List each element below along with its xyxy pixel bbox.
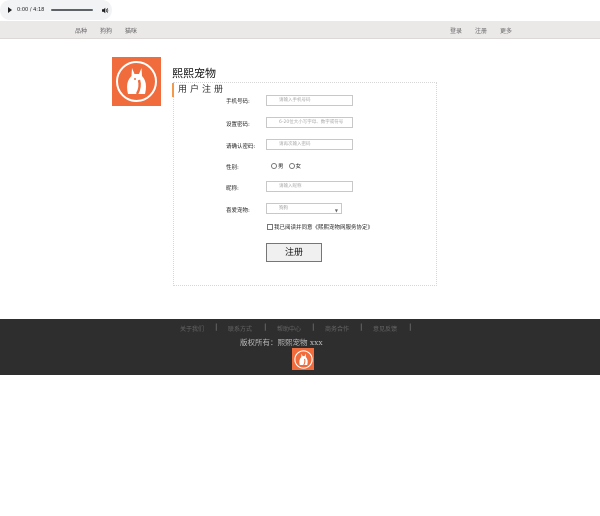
nav-item-breeds[interactable]: 品种: [75, 26, 87, 35]
footer-link-feedback[interactable]: 意见反馈: [373, 324, 397, 333]
nav-item-more[interactable]: 更多: [500, 26, 512, 35]
phone-label: 手机号码:: [226, 99, 250, 105]
audio-player[interactable]: 0:00 / 4:18: [0, 0, 112, 20]
footer-logo-icon[interactable]: [292, 348, 314, 370]
nav-item-login[interactable]: 登录: [450, 26, 462, 35]
footer-separator: |: [312, 323, 315, 331]
footer-separator: |: [215, 323, 218, 331]
password-input[interactable]: 6-20位大小写字母、数字或符号: [266, 117, 353, 128]
nav-item-dogs[interactable]: 狗狗: [100, 26, 112, 35]
agreement-text[interactable]: 我已阅读并同意《熙熙宠物网服务协定》: [274, 223, 373, 231]
confirm-password-label: 请确认密码:: [226, 144, 256, 150]
footer-link-about[interactable]: 关于我们: [180, 324, 204, 333]
footer-separator: |: [360, 323, 363, 331]
favorite-pet-value: 狗狗: [279, 206, 288, 211]
phone-input[interactable]: 请输入手机号码: [266, 95, 353, 106]
nickname-label: 昵称:: [226, 186, 239, 192]
pet-logo-icon[interactable]: [112, 57, 161, 106]
password-label: 设置密码:: [226, 122, 250, 128]
gender-male-label: 男: [278, 164, 284, 170]
gender-radio-group: 男 女: [271, 162, 301, 170]
audio-time: 0:00 / 4:18: [17, 7, 45, 13]
chevron-down-icon: ▼: [334, 208, 338, 213]
top-nav: 品种 狗狗 猫咪 登录 注册 更多: [0, 21, 600, 39]
nav-item-register[interactable]: 注册: [475, 26, 487, 35]
volume-icon[interactable]: [102, 7, 109, 14]
agreement-row: 我已阅读并同意《熙熙宠物网服务协定》: [267, 223, 373, 231]
gender-female-radio[interactable]: [288, 163, 295, 169]
gender-male-radio[interactable]: [271, 163, 277, 169]
gender-label: 性别:: [226, 165, 239, 171]
copyright-text: 版权所有：熙熙宠物 xxx: [240, 338, 323, 347]
footer-link-business[interactable]: 商务合作: [325, 324, 349, 333]
gender-female-label: 女: [295, 164, 302, 170]
favorite-pet-select[interactable]: 狗狗 ▼: [266, 203, 342, 214]
footer-separator: |: [409, 323, 412, 331]
footer-separator: |: [264, 323, 267, 331]
nickname-input[interactable]: 请输入昵称: [266, 181, 353, 192]
confirm-password-input[interactable]: 请再次输入密码: [266, 139, 353, 150]
footer-link-help[interactable]: 帮助中心: [277, 324, 301, 333]
play-icon[interactable]: [8, 7, 12, 13]
register-title: 用户注册: [172, 83, 226, 97]
register-button[interactable]: 注册: [266, 243, 322, 262]
favorite-pet-label: 喜爱宠物:: [226, 208, 250, 214]
brand-name: 熙熙宠物: [172, 67, 216, 80]
footer-link-contact[interactable]: 联系方式: [228, 324, 252, 333]
nav-item-cats[interactable]: 猫咪: [125, 26, 137, 35]
audio-progress-bar[interactable]: [51, 9, 94, 11]
agree-checkbox[interactable]: [267, 224, 273, 230]
